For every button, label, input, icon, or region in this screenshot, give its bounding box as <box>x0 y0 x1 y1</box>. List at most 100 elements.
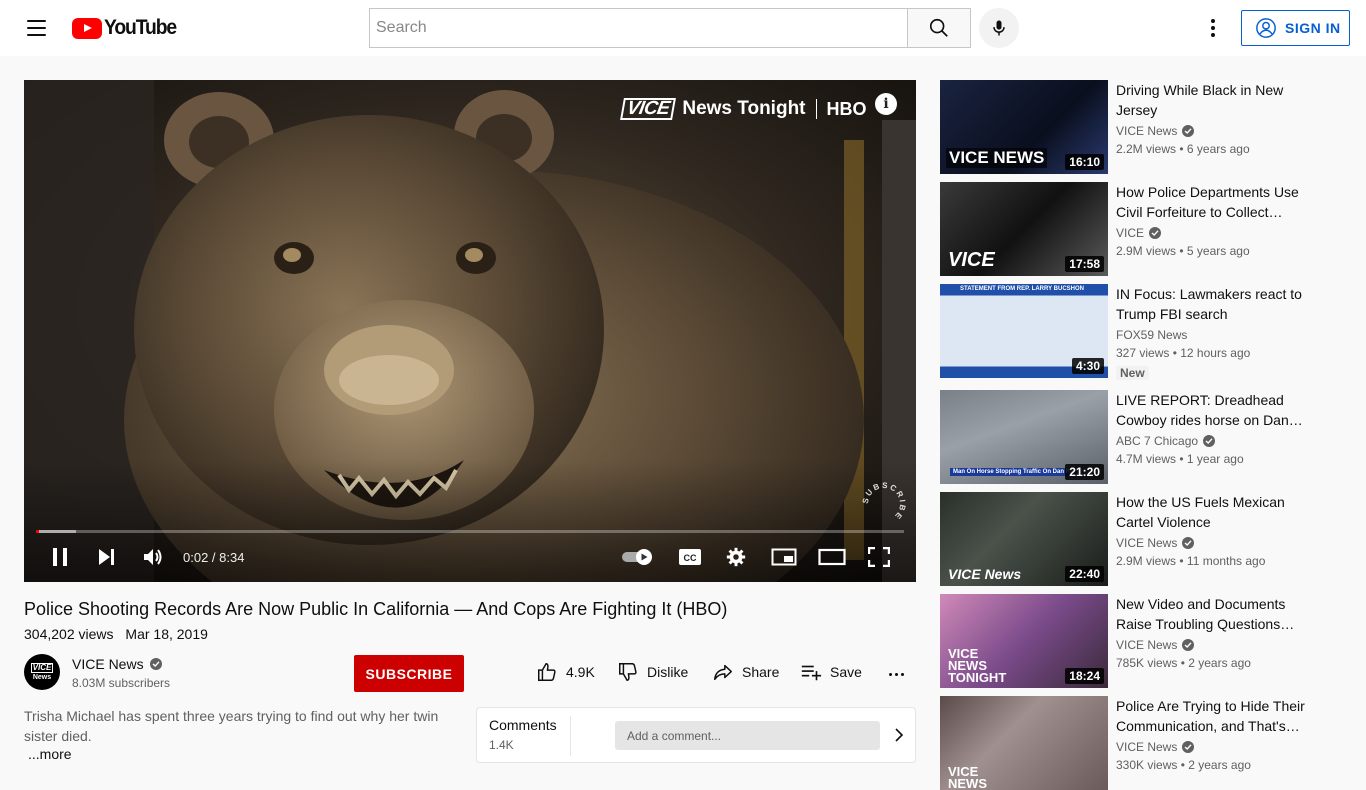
video-thumbnail[interactable]: VICE NEWS <box>940 696 1108 790</box>
recommended-channel[interactable]: VICE News <box>1116 536 1195 550</box>
subscribe-watermark[interactable]: SUBSCRIBE <box>862 482 906 526</box>
save-label: Save <box>830 664 862 680</box>
captions-button[interactable]: CC <box>676 542 704 572</box>
recommended-views: 2.2M views <box>1116 142 1177 156</box>
recommended-channel[interactable]: VICE <box>1116 226 1162 240</box>
recommended-channel[interactable]: VICE News <box>1116 124 1195 138</box>
stats-separator: • <box>1169 346 1181 360</box>
info-icon[interactable]: i <box>875 93 897 115</box>
like-button[interactable]: 4.9K <box>536 658 595 686</box>
chevron-right-icon[interactable] <box>891 725 907 745</box>
svg-text:CC: CC <box>684 553 697 563</box>
youtube-play-icon <box>72 17 102 39</box>
thumbnail-text: VICE News <box>948 566 1022 582</box>
video-thumbnail[interactable]: VICE News 22:40 <box>940 492 1108 586</box>
verified-icon <box>149 658 162 670</box>
volume-icon <box>144 549 162 565</box>
recommended-title[interactable]: LIVE REPORT: Dreadhead Cowboy rides hors… <box>1116 390 1316 430</box>
recommended-video[interactable]: VICE NEWS Police Are Trying to Hide Their… <box>940 696 1340 790</box>
recommended-channel[interactable]: ABC 7 Chicago <box>1116 434 1216 448</box>
next-button[interactable] <box>92 542 120 572</box>
recommended-views: 4.7M views <box>1116 452 1177 466</box>
video-duration: 4:30 <box>1071 358 1104 374</box>
comments-count: 1.4K <box>489 738 514 752</box>
verified-icon <box>1149 227 1162 239</box>
more-actions-icon[interactable] <box>884 660 908 688</box>
comments-divider <box>570 716 571 756</box>
channel-branding-overlay: VICE News Tonight HBO <box>620 98 867 120</box>
youtube-logo[interactable]: YouTube <box>72 16 182 39</box>
recommended-views: 327 views <box>1116 346 1170 360</box>
search-box[interactable] <box>369 8 908 48</box>
recommended-title[interactable]: How the US Fuels Mexican Cartel Violence <box>1116 492 1316 532</box>
video-duration: 18:24 <box>1065 668 1104 684</box>
recommended-video[interactable]: Man On Horse Stopping Traffic On Dan Ry 2… <box>940 390 1340 484</box>
upload-date: Mar 18, 2019 <box>125 626 208 642</box>
recommended-stats: 330K views • 2 years ago <box>1116 758 1251 772</box>
description-more-link[interactable]: ...more <box>28 746 72 762</box>
fullscreen-button[interactable] <box>864 542 894 572</box>
stats-separator: • <box>1176 244 1187 258</box>
voice-search-button[interactable] <box>979 8 1019 48</box>
theater-mode-button[interactable] <box>816 542 848 572</box>
dislike-button[interactable]: Dislike <box>617 658 688 686</box>
recommended-title[interactable]: How Police Departments Use Civil Forfeit… <box>1116 182 1316 222</box>
settings-button[interactable] <box>722 542 750 572</box>
hamburger-menu-icon[interactable] <box>16 8 56 48</box>
share-button[interactable]: Share <box>712 658 779 686</box>
recommended-video[interactable]: VICE News 22:40 How the US Fuels Mexican C… <box>940 492 1340 586</box>
recommended-video[interactable]: STATEMENT FROM REP. LARRY BUCSHON 4:30 IN … <box>940 284 1340 380</box>
miniplayer-button[interactable] <box>769 542 799 572</box>
recommended-video[interactable]: VICE NEWS 16:10 Driving While Black in New… <box>940 80 1340 174</box>
save-button[interactable]: Save <box>800 658 862 686</box>
video-thumbnail[interactable]: VICE NEWS TONIGHT 18:24 <box>940 594 1108 688</box>
video-thumbnail[interactable]: VICE 17:58 <box>940 182 1108 276</box>
video-duration: 22:40 <box>1065 566 1104 582</box>
recommended-video[interactable]: VICE 17:58 How Police Departments Use Civi… <box>940 182 1340 276</box>
search-button[interactable] <box>907 8 971 48</box>
video-player[interactable]: VICE News Tonight HBO i SUBSCRIBE 0:02 /… <box>24 80 916 582</box>
search-icon <box>929 18 948 37</box>
video-thumbnail[interactable]: STATEMENT FROM REP. LARRY BUCSHON 4:30 <box>940 284 1108 378</box>
recommended-channel[interactable]: FOX59 News <box>1116 328 1187 342</box>
recommended-views: 785K views <box>1116 656 1178 670</box>
verified-icon <box>1182 639 1195 651</box>
subscribe-button[interactable]: SUBSCRIBE <box>354 655 464 692</box>
comments-title: Comments <box>489 717 557 733</box>
channel-name[interactable]: VICE News <box>72 656 162 672</box>
recommended-title[interactable]: New Video and Documents Raise Troubling … <box>1116 594 1316 634</box>
dislike-label: Dislike <box>647 664 689 680</box>
recommended-channel[interactable]: VICE News <box>1116 638 1195 652</box>
thumbnail-text: VICE NEWS <box>948 764 987 790</box>
recommended-title[interactable]: IN Focus: Lawmakers react to Trump FBI s… <box>1116 284 1316 324</box>
pause-icon <box>53 548 67 566</box>
thumbs-up-icon <box>538 663 556 681</box>
avatar-news-text: News <box>32 673 52 681</box>
thumbnail-text: VICE NEWS TONIGHT <box>948 646 1007 685</box>
share-icon <box>714 664 732 681</box>
save-to-playlist-icon <box>801 665 822 681</box>
pause-button[interactable] <box>46 542 74 572</box>
progress-bar[interactable] <box>36 530 904 533</box>
channel-avatar[interactable]: VICE News <box>24 654 60 690</box>
video-thumbnail[interactable]: VICE NEWS 16:10 <box>940 80 1108 174</box>
captions-icon: CC <box>679 549 701 565</box>
recommended-video[interactable]: VICE NEWS TONIGHT 18:24 New Video and Docu… <box>940 594 1340 688</box>
sign-in-button[interactable]: SIGN IN <box>1241 10 1350 46</box>
recommended-views: 2.9M views <box>1116 554 1177 568</box>
settings-menu-icon[interactable] <box>1197 12 1229 44</box>
watermark-text: SUBSCRIBE <box>862 482 905 522</box>
thumbnail-text: STATEMENT FROM REP. LARRY BUCSHON <box>960 286 1085 292</box>
recommended-channel[interactable]: VICE News <box>1116 740 1195 754</box>
video-thumbnail[interactable]: Man On Horse Stopping Traffic On Dan Ry 2… <box>940 390 1108 484</box>
volume-button[interactable] <box>139 542 167 572</box>
recommended-title[interactable]: Police Are Trying to Hide Their Communic… <box>1116 696 1316 736</box>
time-display: 0:02 / 8:34 <box>183 550 245 565</box>
video-duration: 17:58 <box>1065 256 1104 272</box>
search-input[interactable] <box>376 19 902 37</box>
recommended-title[interactable]: Driving While Black in New Jersey <box>1116 80 1316 120</box>
add-comment-field[interactable]: Add a comment... <box>615 721 880 750</box>
comments-teaser[interactable]: Comments 1.4K Add a comment... <box>476 707 916 763</box>
autoplay-toggle[interactable] <box>620 542 656 572</box>
video-title: Police Shooting Records Are Now Public I… <box>24 599 728 619</box>
